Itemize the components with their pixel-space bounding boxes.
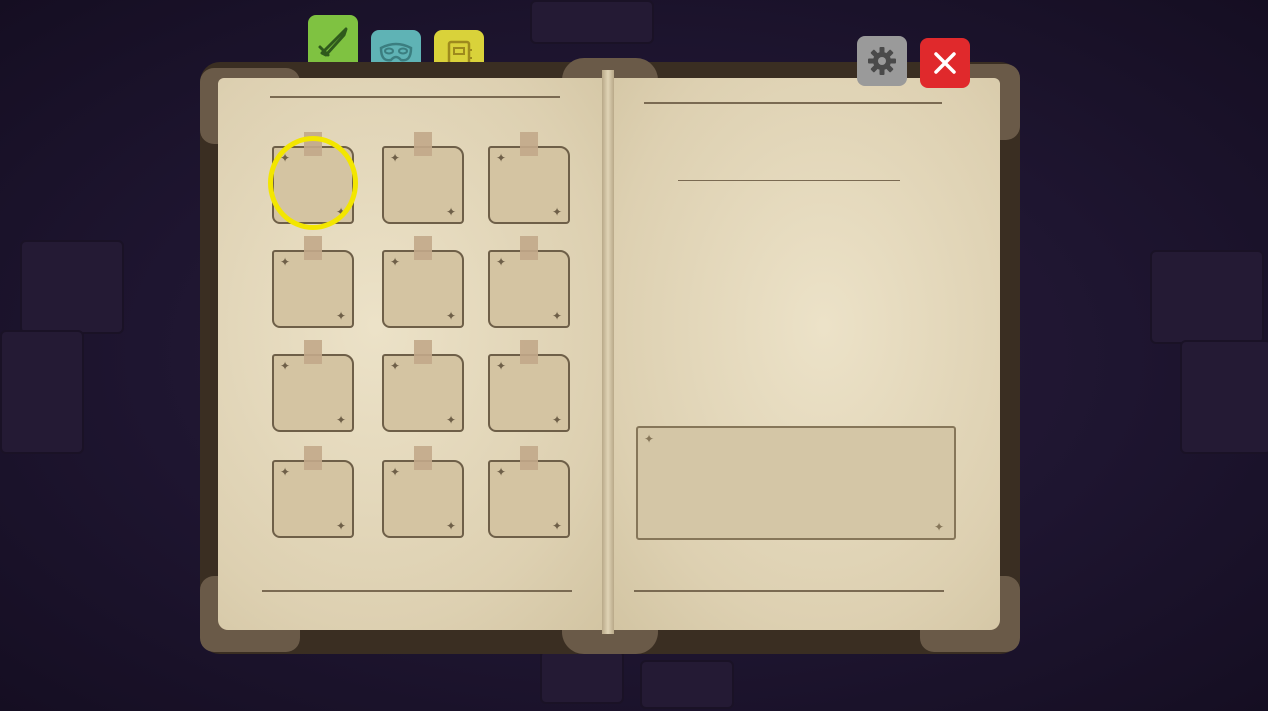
sparkle-icon: ✦ (496, 151, 507, 165)
sparkle-icon: ✦ (551, 205, 562, 219)
sparkle-icon: ✦ (496, 255, 507, 269)
tape-strip (520, 446, 538, 470)
inventory-slot[interactable]: ✦ ✦ (382, 132, 464, 224)
sparkle-icon: ✦ (551, 309, 562, 323)
tape-strip (414, 236, 432, 260)
sparkle-icon: ✦ (933, 520, 944, 534)
page-bottom-rule (634, 590, 944, 592)
close-button[interactable] (920, 38, 970, 88)
tape-strip (520, 340, 538, 364)
tape-strip (414, 340, 432, 364)
sword-icon (318, 27, 348, 57)
sparkle-icon: ✦ (390, 465, 401, 479)
page-top-rule (644, 102, 942, 104)
tape-strip (304, 340, 322, 364)
sparkle-icon: ✦ (445, 519, 456, 533)
sparkle-icon: ✦ (551, 413, 562, 427)
page-bottom-rule (262, 590, 572, 592)
tape-strip (520, 236, 538, 260)
inventory-slot[interactable]: ✦ ✦ (488, 132, 570, 224)
inventory-slot[interactable]: ✦ ✦ (272, 340, 354, 432)
item-title-underline (678, 180, 900, 181)
sparkle-icon: ✦ (335, 519, 346, 533)
gear-icon (868, 47, 896, 75)
settings-button[interactable] (857, 36, 907, 86)
sparkle-icon: ✦ (644, 432, 655, 446)
close-icon (934, 52, 956, 74)
inventory-slot[interactable]: ✦ ✦ (488, 340, 570, 432)
inventory-slot[interactable]: ✦ ✦ (382, 236, 464, 328)
sparkle-icon: ✦ (280, 465, 291, 479)
tape-strip (414, 446, 432, 470)
tape-strip (304, 236, 322, 260)
book-spine (602, 70, 614, 634)
tape-strip (520, 132, 538, 156)
sparkle-icon: ✦ (280, 359, 291, 373)
selected-slot-highlight (268, 136, 358, 230)
sparkle-icon: ✦ (335, 309, 346, 323)
inventory-slot[interactable]: ✦ ✦ (488, 446, 570, 538)
sparkle-icon: ✦ (445, 205, 456, 219)
item-title (678, 150, 900, 178)
sparkle-icon: ✦ (445, 413, 456, 427)
sparkle-icon: ✦ (390, 151, 401, 165)
inventory-slot[interactable]: ✦ ✦ (272, 446, 354, 538)
tape-strip (414, 132, 432, 156)
sparkle-icon: ✦ (335, 413, 346, 427)
tape-strip (304, 446, 322, 470)
sparkle-icon: ✦ (390, 359, 401, 373)
sparkle-icon: ✦ (551, 519, 562, 533)
inventory-slot[interactable]: ✦ ✦ (382, 340, 464, 432)
sparkle-icon: ✦ (390, 255, 401, 269)
inventory-slot[interactable]: ✦ ✦ (382, 446, 464, 538)
inventory-slot[interactable]: ✦ ✦ (272, 236, 354, 328)
sparkle-icon: ✦ (280, 255, 291, 269)
sparkle-icon: ✦ (496, 465, 507, 479)
page-top-rule (270, 96, 560, 98)
inventory-slot[interactable]: ✦ ✦ (488, 236, 570, 328)
sparkle-icon: ✦ (496, 359, 507, 373)
sparkle-icon: ✦ (445, 309, 456, 323)
item-description-box: ✦ ✦ (636, 426, 956, 540)
